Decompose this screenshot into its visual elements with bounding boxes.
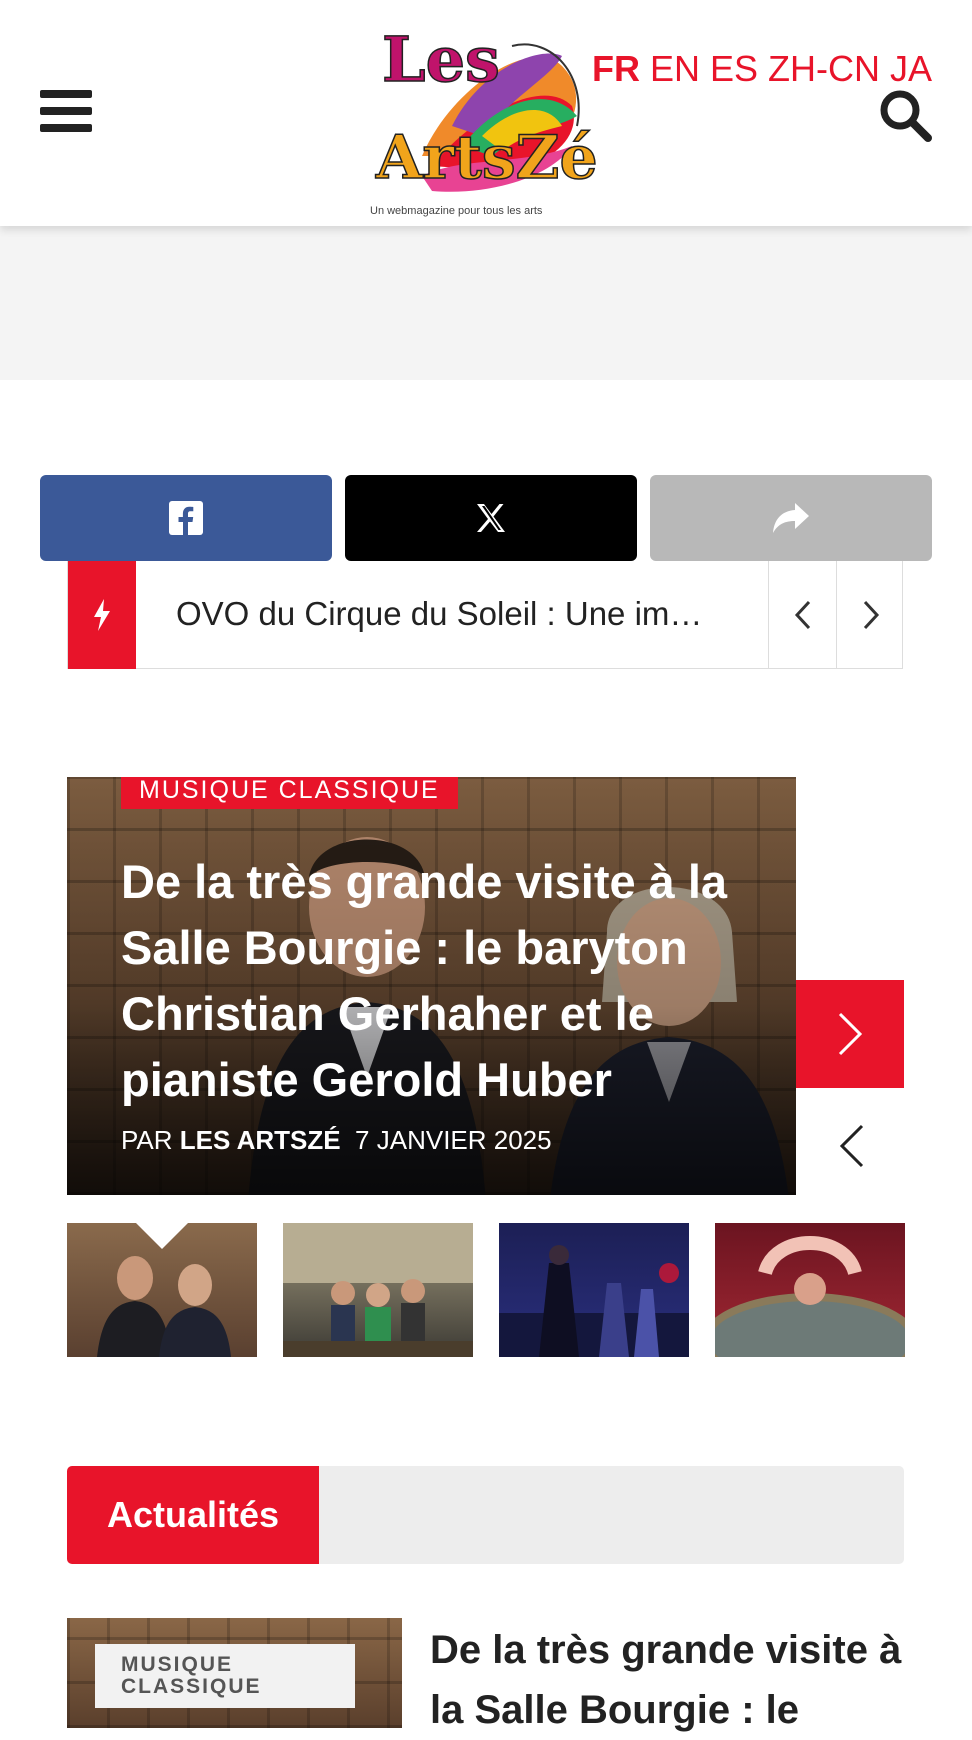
logo-artsze: ArtsZé — [375, 123, 598, 193]
x-icon — [477, 504, 505, 532]
hamburger-menu-icon[interactable] — [40, 90, 92, 132]
site-header: Les ArtsZé Un webmagazine pour tous les … — [0, 0, 972, 226]
site-logo[interactable]: Les ArtsZé Un webmagazine pour tous les … — [362, 6, 602, 218]
slide-thumbnail-3[interactable] — [499, 1223, 689, 1357]
x-share-button[interactable] — [345, 475, 637, 561]
news-ticker: OVO du Cirque du Soleil : Une im… — [67, 561, 903, 669]
lightning-icon — [68, 561, 136, 669]
search-icon[interactable] — [878, 88, 932, 142]
lang-es[interactable]: ES — [710, 48, 758, 90]
slide-thumbnail-2[interactable] — [283, 1223, 473, 1357]
article-category-badge[interactable]: MUSIQUE CLASSIQUE — [95, 1644, 355, 1708]
byline-prefix: PAR — [121, 1125, 173, 1155]
slide-thumbnail-4[interactable] — [715, 1223, 905, 1357]
more-share-button[interactable] — [650, 475, 932, 561]
slide-title[interactable]: De la très grande visite à la Salle Bour… — [121, 849, 741, 1113]
chevron-right-icon — [838, 1012, 863, 1056]
lang-ja[interactable]: JA — [890, 48, 932, 90]
lang-zh-cn[interactable]: ZH-CN — [768, 48, 880, 90]
byline-author[interactable]: LES ARTSZÉ — [180, 1125, 341, 1155]
byline-date: 7 JANVIER 2025 — [355, 1125, 552, 1155]
facebook-icon — [169, 501, 203, 535]
language-switcher: FR EN ES ZH-CN JA — [592, 48, 932, 90]
active-thumbnail-indicator — [136, 1223, 188, 1249]
share-arrow-icon — [773, 503, 809, 533]
lang-en[interactable]: EN — [650, 48, 700, 90]
article-title[interactable]: De la très grande visite à la Salle Bour… — [430, 1620, 930, 1740]
ad-placeholder — [0, 226, 972, 380]
category-badge[interactable]: MUSIQUE CLASSIQUE — [121, 777, 458, 809]
chevron-left-icon — [839, 1124, 864, 1168]
lang-fr[interactable]: FR — [592, 48, 640, 90]
logo-les: Les — [382, 23, 500, 96]
logo-tagline: Un webmagazine pour tous les arts — [370, 205, 543, 217]
facebook-share-button[interactable] — [40, 475, 332, 561]
featured-slide[interactable]: MUSIQUE CLASSIQUE De la très grande visi… — [67, 777, 796, 1195]
slide-byline: PAR LES ARTSZÉ 7 JANVIER 2025 — [121, 1125, 552, 1156]
ticker-headline[interactable]: OVO du Cirque du Soleil : Une im… — [176, 595, 702, 633]
section-header: Actualités — [67, 1466, 904, 1564]
ticker-prev-button[interactable] — [768, 561, 836, 669]
slide-next-button[interactable] — [796, 980, 904, 1088]
slide-prev-button[interactable] — [822, 1118, 882, 1174]
ticker-next-button[interactable] — [836, 561, 904, 669]
chevron-right-icon — [863, 600, 879, 630]
chevron-left-icon — [794, 600, 810, 630]
section-title-actualites[interactable]: Actualités — [67, 1466, 319, 1564]
article-thumbnail[interactable]: MUSIQUE CLASSIQUE — [67, 1618, 402, 1728]
